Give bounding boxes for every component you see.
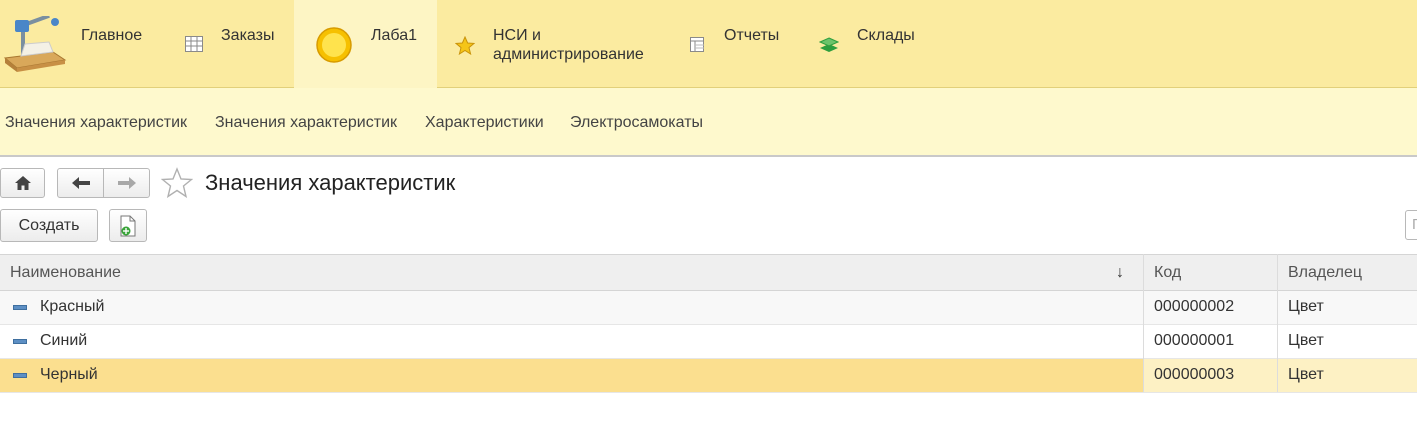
subnav-link-scooters[interactable]: Электросамокаты	[570, 114, 703, 132]
cell-code: 000000001	[1154, 332, 1235, 349]
favorite-star-icon[interactable]	[161, 167, 193, 198]
table-row-selected[interactable]: Черный 000000003 Цвет	[0, 359, 1417, 393]
section-reports[interactable]: Отчеты	[670, 0, 800, 88]
sections-panel: Главное Заказы Лаба1 НСИ и администриров…	[0, 0, 1417, 88]
table-icon	[185, 36, 203, 52]
back-arrow-icon	[71, 177, 90, 189]
layers-icon	[819, 37, 839, 52]
forward-button[interactable]	[103, 168, 150, 198]
home-icon	[14, 176, 31, 190]
row-marker-icon	[13, 373, 27, 378]
column-divider[interactable]	[1143, 254, 1144, 392]
desk-lamp-icon	[3, 16, 67, 72]
section-orders[interactable]: Заказы	[170, 0, 294, 88]
column-divider[interactable]	[1277, 254, 1278, 392]
section-orders-label: Заказы	[221, 27, 275, 44]
add-copy-button[interactable]	[109, 209, 147, 242]
section-nsi-label-line1: НСИ и	[493, 27, 541, 44]
column-header-name[interactable]: Наименование	[10, 264, 121, 282]
sort-descending-icon: ↓	[1116, 264, 1124, 281]
section-main-label: Главное	[81, 27, 143, 44]
row-marker-icon	[13, 339, 27, 344]
create-button[interactable]: Создать	[0, 209, 98, 242]
cell-code: 000000002	[1154, 298, 1235, 315]
home-button[interactable]	[0, 168, 45, 198]
cell-owner: Цвет	[1288, 298, 1324, 315]
cell-owner: Цвет	[1288, 366, 1324, 383]
subnav-link-values-2[interactable]: Значения характеристик	[215, 114, 397, 132]
cell-code: 000000003	[1154, 366, 1235, 383]
subnav-link-values-1[interactable]: Значения характеристик	[5, 114, 187, 132]
row-marker-icon	[13, 305, 27, 310]
table-row[interactable]: Синий 000000001 Цвет	[0, 325, 1417, 359]
cell-name: Черный	[40, 366, 98, 383]
cell-name: Красный	[40, 298, 105, 315]
star-icon	[455, 36, 475, 55]
forward-arrow-icon	[117, 177, 136, 189]
table-row[interactable]: Красный 000000002 Цвет	[0, 291, 1417, 325]
subnav-link-characteristics[interactable]: Характеристики	[425, 114, 544, 132]
cell-name: Синий	[40, 332, 88, 349]
yellow-circle-icon	[316, 27, 352, 63]
subnav-panel: Значения характеристик Значения характер…	[0, 88, 1417, 157]
column-header-owner[interactable]: Владелец	[1288, 264, 1362, 282]
section-lab-label: Лаба1	[371, 27, 417, 44]
section-reports-label: Отчеты	[724, 27, 780, 44]
add-document-icon	[120, 215, 136, 236]
section-warehouses[interactable]: Склады	[800, 0, 940, 88]
search-placeholder: П	[1412, 216, 1417, 233]
back-button[interactable]	[57, 168, 104, 198]
section-nsi-label: НСИ и администрирование	[493, 26, 644, 64]
cell-owner: Цвет	[1288, 332, 1324, 349]
page-title: Значения характеристик	[205, 170, 456, 195]
report-icon	[690, 37, 704, 52]
column-header-code[interactable]: Код	[1154, 264, 1181, 282]
search-input[interactable]: П	[1405, 210, 1417, 240]
section-main[interactable]: Главное	[0, 0, 170, 88]
section-nsi[interactable]: НСИ и администрирование	[437, 0, 670, 88]
table-header: Наименование ↓ Код Владелец	[0, 254, 1417, 291]
section-warehouses-label: Склады	[857, 27, 915, 44]
section-lab[interactable]: Лаба1	[294, 0, 437, 88]
section-nsi-label-line2: администрирование	[493, 46, 644, 63]
